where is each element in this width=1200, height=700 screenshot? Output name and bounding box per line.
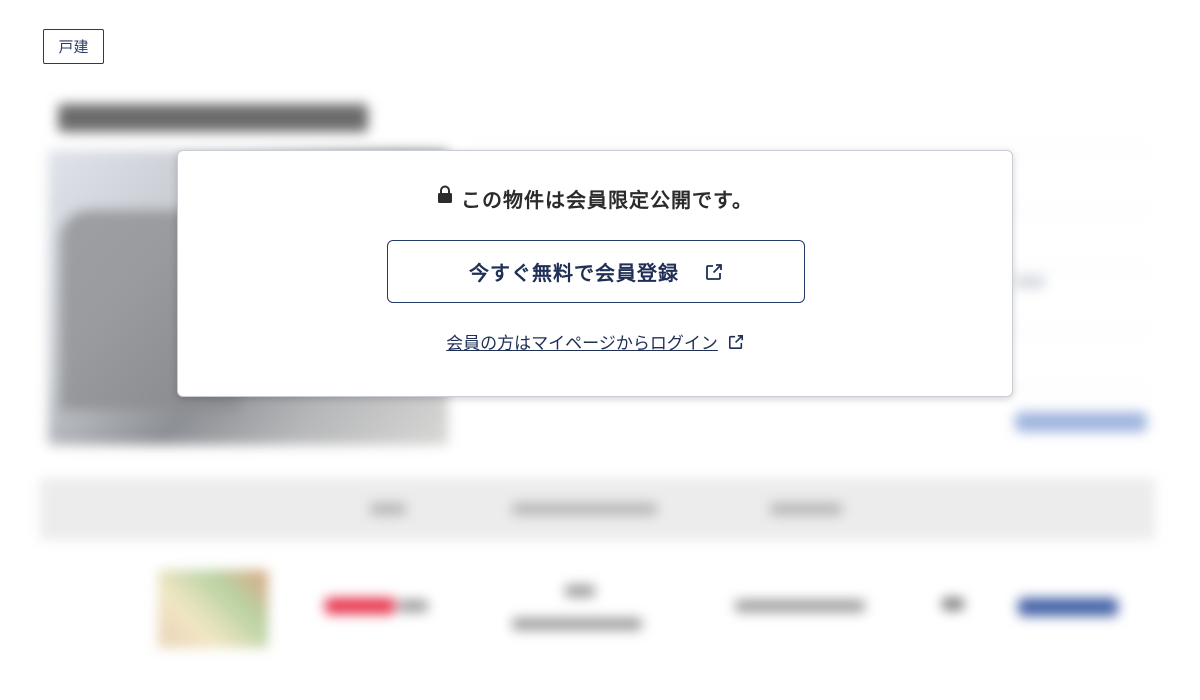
blurred-header-cell <box>370 503 406 515</box>
register-button-label: 今すぐ無料で会員登録 <box>469 261 679 285</box>
blurred-cell <box>565 585 595 597</box>
blurred-cell <box>1015 276 1045 288</box>
blurred-cell <box>735 600 865 612</box>
blurred-floorplan-thumb <box>158 570 268 648</box>
free-register-button[interactable]: 今すぐ無料で会員登録 <box>387 240 805 303</box>
members-only-message-row: この物件は会員限定公開です。 <box>178 184 1012 213</box>
blurred-cell <box>512 618 642 630</box>
blurred-link-button <box>1015 412 1147 432</box>
blurred-header-cell <box>512 503 657 515</box>
blurred-property-title <box>58 104 368 132</box>
blurred-price <box>325 598 395 614</box>
mypage-login-link[interactable]: 会員の方はマイページからログイン <box>178 329 1012 354</box>
blurred-cell <box>398 600 428 612</box>
property-type-tag: 戸建 <box>43 29 104 64</box>
external-link-icon <box>728 334 743 349</box>
external-link-icon <box>706 263 722 280</box>
blurred-cell <box>942 598 964 610</box>
login-link-label: 会員の方はマイページからログイン <box>446 334 718 354</box>
members-only-modal: この物件は会員限定公開です。 今すぐ無料で会員登録 会員の方はマイページからログ… <box>177 150 1013 397</box>
blurred-header-cell <box>770 503 842 515</box>
blurred-detail-button <box>1018 598 1118 616</box>
members-only-message: この物件は会員限定公開です。 <box>461 188 753 212</box>
lock-icon <box>438 185 452 203</box>
